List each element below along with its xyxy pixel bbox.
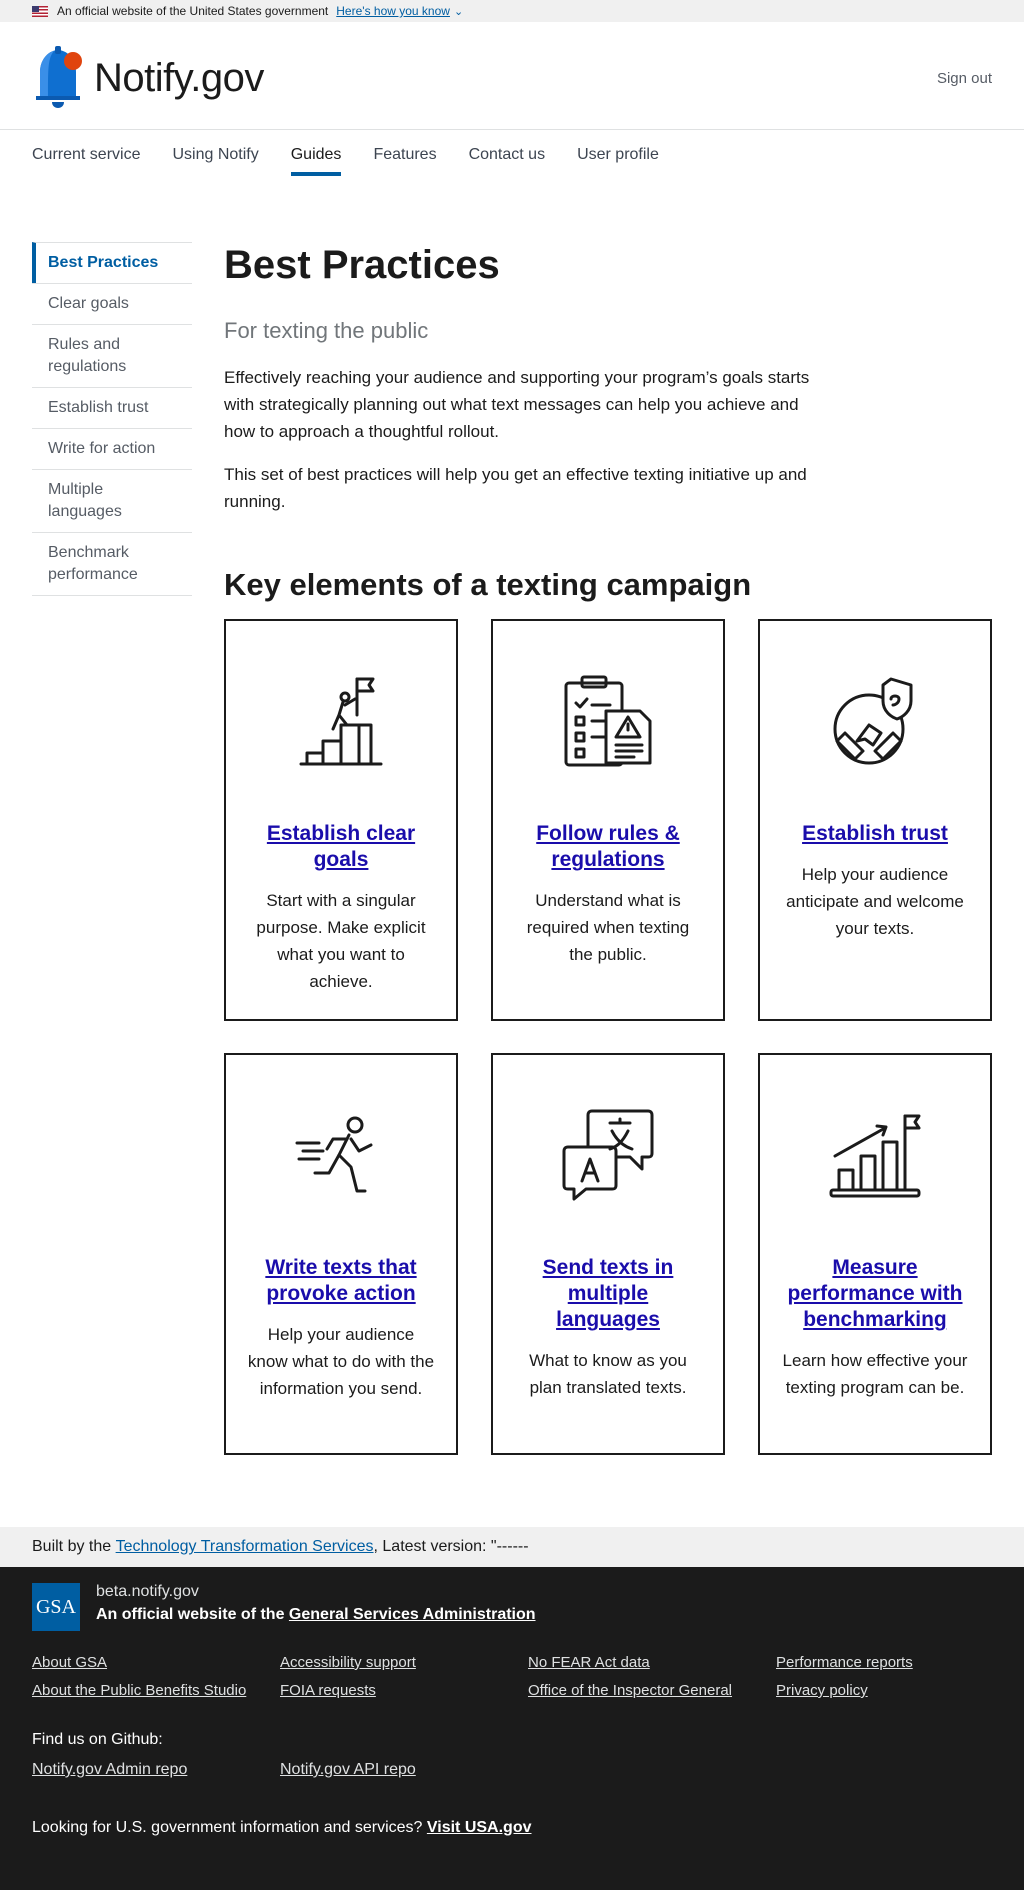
footer-domain: beta.notify.gov xyxy=(96,1583,199,1600)
page-subtitle: For texting the public xyxy=(224,318,429,343)
banner-toggle-link[interactable]: Here's how you know xyxy=(336,4,450,18)
card-title-link[interactable]: Establish trust xyxy=(780,821,970,847)
footer-link-about-gsa[interactable]: About GSA xyxy=(32,1653,280,1673)
mountain-flag-icon xyxy=(246,673,436,769)
section-title: Key elements of a texting campaign xyxy=(224,567,752,602)
sidenav-item-languages[interactable]: Multiple languages xyxy=(32,469,192,532)
sidenav-item-best-practices[interactable]: Best Practices xyxy=(32,242,192,283)
github-api-link[interactable]: Notify.gov API repo xyxy=(280,1761,528,1779)
card-title-link[interactable]: Send texts in multiple languages xyxy=(513,1255,703,1333)
card-description: Help your audience anticipate and welcom… xyxy=(786,865,964,938)
chevron-down-icon[interactable]: ⌄ xyxy=(454,5,463,18)
built-by-bar: Built by the Technology Transformation S… xyxy=(0,1527,1024,1567)
bell-logo-icon xyxy=(36,46,82,108)
tts-link[interactable]: Technology Transformation Services xyxy=(116,1538,374,1556)
nav-contact-us[interactable]: Contact us xyxy=(469,130,545,201)
translation-bubbles-icon xyxy=(513,1107,703,1203)
footer-link-public-benefits[interactable]: About the Public Benefits Studio xyxy=(32,1681,280,1701)
intro-paragraph: This set of best practices will help you… xyxy=(224,465,807,511)
card-description: Start with a singular purpose. Make expl… xyxy=(256,891,426,991)
sidenav-item-rules[interactable]: Rules and regulations xyxy=(32,324,192,387)
sidenav-item-action[interactable]: Write for action xyxy=(32,428,192,469)
official-prefix: An official website of the xyxy=(96,1606,285,1623)
card-languages: Send texts in multiple languages What to… xyxy=(491,1053,725,1455)
card-title-link[interactable]: Follow rules & regulations xyxy=(513,821,703,873)
sidenav-item-clear-goals[interactable]: Clear goals xyxy=(32,283,192,324)
usa-gov-link[interactable]: Visit USA.gov xyxy=(427,1819,532,1836)
page-layout: Best Practices Clear goals Rules and reg… xyxy=(0,202,1024,1455)
site-logo[interactable]: Notify.gov xyxy=(32,46,264,110)
footer-link-foia[interactable]: FOIA requests xyxy=(280,1681,528,1701)
card-description: Learn how effective your texting program… xyxy=(782,1351,968,1397)
site-header: Notify.gov Sign out xyxy=(0,22,1024,130)
footer-links: About GSA Accessibility support No FEAR … xyxy=(32,1653,992,1701)
side-navigation: Best Practices Clear goals Rules and reg… xyxy=(32,242,192,1455)
gsa-logo[interactable]: GSA xyxy=(32,1583,80,1631)
nav-using-notify[interactable]: Using Notify xyxy=(172,130,258,201)
card-clear-goals: Establish clear goals Start with a singu… xyxy=(224,619,458,1021)
footer-official-text: An official website of the General Servi… xyxy=(96,1606,536,1624)
footer-link-no-fear[interactable]: No FEAR Act data xyxy=(528,1653,776,1673)
card-description: What to know as you plan translated text… xyxy=(529,1351,687,1397)
intro-paragraph: Effectively reaching your audience and s… xyxy=(224,368,810,441)
card-title-link[interactable]: Measure performance with benchmarking xyxy=(780,1255,970,1333)
footer-link-privacy[interactable]: Privacy policy xyxy=(776,1681,1024,1701)
us-flag-icon xyxy=(32,5,48,17)
handshake-shield-icon xyxy=(780,673,970,769)
footer-link-inspector-general[interactable]: Office of the Inspector General xyxy=(528,1681,776,1701)
usa-gov-callout: Looking for U.S. government information … xyxy=(32,1819,992,1837)
card-rules: Follow rules & regulations Understand wh… xyxy=(491,619,725,1021)
github-admin-link[interactable]: Notify.gov Admin repo xyxy=(32,1761,280,1779)
site-footer: GSA beta.notify.gov An official website … xyxy=(0,1567,1024,1890)
sidenav-item-trust[interactable]: Establish trust xyxy=(32,387,192,428)
built-by-prefix: Built by the xyxy=(32,1538,112,1555)
bar-chart-flag-icon xyxy=(780,1107,970,1203)
nav-user-profile[interactable]: User profile xyxy=(577,130,659,201)
card-action: Write texts that provoke action Help you… xyxy=(224,1053,458,1455)
card-title-link[interactable]: Establish clear goals xyxy=(246,821,436,873)
github-links: Notify.gov Admin repo Notify.gov API rep… xyxy=(32,1761,992,1779)
footer-identity: GSA beta.notify.gov An official website … xyxy=(32,1583,992,1631)
nav-features[interactable]: Features xyxy=(373,130,436,201)
logo-text: Notify.gov xyxy=(94,55,264,100)
looking-text: Looking for U.S. government information … xyxy=(32,1819,423,1836)
card-description: Understand what is required when texting… xyxy=(526,891,690,964)
footer-link-accessibility[interactable]: Accessibility support xyxy=(280,1653,528,1673)
card-title-link[interactable]: Write texts that provoke action xyxy=(246,1255,436,1307)
primary-nav: Current service Using Notify Guides Feat… xyxy=(0,130,1024,202)
card-benchmark: Measure performance with benchmarking Le… xyxy=(758,1053,992,1455)
checklist-warning-icon xyxy=(513,673,703,769)
running-person-icon xyxy=(246,1107,436,1203)
github-heading: Find us on Github: xyxy=(32,1731,163,1748)
page-title: Best Practices xyxy=(224,243,500,287)
nav-current-service[interactable]: Current service xyxy=(32,130,140,201)
gov-banner: An official website of the United States… xyxy=(0,0,1024,22)
sidenav-item-benchmark[interactable]: Benchmark performance xyxy=(32,532,192,596)
card-grid: Establish clear goals Start with a singu… xyxy=(224,619,992,1455)
version-text: , Latest version: "------ xyxy=(373,1538,529,1555)
main-content: Best Practices For texting the public Ef… xyxy=(224,242,992,1455)
banner-text: An official website of the United States… xyxy=(57,4,329,18)
card-trust: Establish trust Help your audience antic… xyxy=(758,619,992,1021)
gsa-link[interactable]: General Services Administration xyxy=(289,1606,536,1623)
intro: Effectively reaching your audience and s… xyxy=(224,364,992,515)
nav-guides[interactable]: Guides xyxy=(290,130,341,201)
footer-link-performance[interactable]: Performance reports xyxy=(776,1653,1024,1673)
card-description: Help your audience know what to do with … xyxy=(247,1325,435,1398)
sign-out-link[interactable]: Sign out xyxy=(937,70,992,87)
